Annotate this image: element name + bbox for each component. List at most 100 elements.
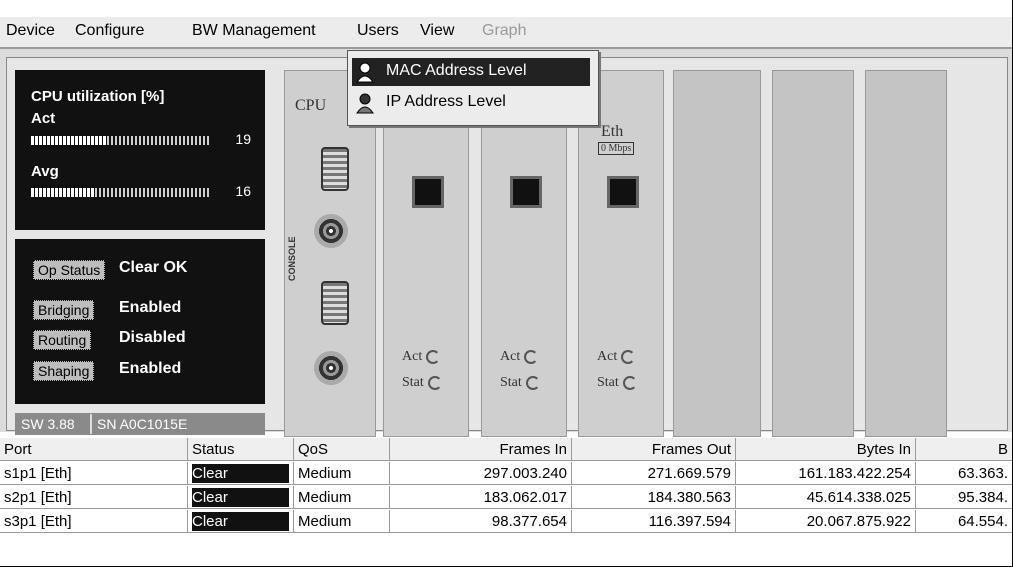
- port-cell: s2p1 [Eth]: [0, 486, 188, 509]
- menu-bw-management[interactable]: BW Management: [192, 22, 316, 40]
- port-cell: s1p1 [Eth]: [0, 462, 188, 485]
- status-badge: Clear: [192, 512, 289, 531]
- op-status-label: Op Status: [33, 260, 106, 280]
- ethernet-port-icon: [412, 176, 444, 208]
- bridging-label: Bridging: [33, 300, 95, 320]
- user-icon: [356, 62, 374, 83]
- users-dropdown-menu: MAC Address Level IP Address Level: [347, 50, 599, 126]
- stat-led-label: Stat: [500, 375, 522, 390]
- column-header-frames-out[interactable]: Frames Out: [572, 438, 736, 461]
- bridging-value: Enabled: [119, 299, 182, 316]
- table-row[interactable]: s3p1 [Eth] Clear Medium 98.377.654 116.3…: [0, 510, 1012, 534]
- status-cell: Clear: [188, 486, 294, 509]
- menu-item-label: IP Address Level: [386, 93, 506, 110]
- din-port-icon: [314, 351, 348, 385]
- status-cell: Clear: [188, 510, 294, 533]
- eth-speed-label: 0 Mbps: [598, 142, 635, 155]
- avg-label: Avg: [31, 163, 59, 180]
- user-icon: [356, 93, 374, 114]
- stat-led-label: Stat: [597, 375, 619, 390]
- status-badge: Clear: [192, 488, 289, 507]
- act-led-label: Act: [402, 349, 423, 364]
- status-badge: Clear: [192, 464, 289, 483]
- empty-slot: [772, 70, 854, 437]
- act-led: Act: [500, 349, 539, 365]
- avg-value: 16: [235, 183, 251, 199]
- sw-version: SW 3.88: [21, 416, 75, 432]
- ethernet-port-icon: [607, 176, 639, 208]
- cpu-utilization-panel: CPU utilization [%] Act 19 Avg 16: [15, 70, 265, 230]
- serial-port-icon: [321, 281, 349, 325]
- led-icon: [426, 349, 441, 364]
- bytes-in-cell: 20.067.875.922: [736, 510, 916, 533]
- menu-bar: Device Configure BW Management Users Vie…: [0, 17, 1012, 49]
- cpu-slot-label: CPU: [295, 97, 327, 114]
- application-window: Device Configure BW Management Users Vie…: [0, 0, 1013, 567]
- led-icon: [622, 375, 637, 390]
- stat-led: Stat: [597, 375, 637, 391]
- stat-led: Stat: [500, 375, 540, 391]
- table-row[interactable]: s1p1 [Eth] Clear Medium 297.003.240 271.…: [0, 462, 1012, 486]
- frames-in-cell: 183.062.017: [390, 486, 572, 509]
- menu-graph[interactable]: Graph: [482, 22, 526, 40]
- led-icon: [524, 349, 539, 364]
- led-icon: [427, 375, 442, 390]
- console-label: CONSOLE: [287, 236, 297, 281]
- table-row[interactable]: s2p1 [Eth] Clear Medium 183.062.017 184.…: [0, 486, 1012, 510]
- ethernet-port-icon: [510, 176, 542, 208]
- column-header-qos[interactable]: QoS: [294, 438, 390, 461]
- shaping-label: Shaping: [33, 361, 95, 381]
- stat-led: Stat: [402, 375, 442, 391]
- menu-users[interactable]: Users: [357, 22, 399, 40]
- column-header-bytes-in[interactable]: Bytes In: [736, 438, 916, 461]
- divider: [90, 414, 92, 434]
- menu-item-ip-address-level[interactable]: IP Address Level: [352, 89, 590, 117]
- routing-value: Disabled: [119, 329, 186, 346]
- routing-label: Routing: [33, 330, 92, 350]
- act-value: 19: [235, 131, 251, 147]
- bytes-in-cell: 45.614.338.025: [736, 486, 916, 509]
- column-header-status[interactable]: Status: [188, 438, 294, 461]
- qos-cell: Medium: [294, 486, 390, 509]
- bytes-out-cell: 95.384.: [916, 486, 1012, 509]
- menu-device[interactable]: Device: [6, 22, 55, 40]
- status-panel: Op Status Clear OK Bridging Enabled Rout…: [15, 239, 265, 404]
- menu-item-label: MAC Address Level: [386, 62, 527, 79]
- empty-slot: [865, 70, 947, 437]
- act-utilization-bar: [31, 136, 211, 145]
- led-icon: [525, 375, 540, 390]
- act-led-label: Act: [500, 349, 521, 364]
- column-header-port[interactable]: Port: [0, 438, 188, 461]
- eth-slot-label: Eth: [601, 123, 624, 140]
- cpu-title: CPU utilization [%]: [31, 88, 165, 105]
- bytes-in-cell: 161.183.422.254: [736, 462, 916, 485]
- menu-view[interactable]: View: [420, 22, 454, 40]
- qos-cell: Medium: [294, 462, 390, 485]
- act-led: Act: [402, 349, 441, 365]
- column-header-frames-in[interactable]: Frames In: [390, 438, 572, 461]
- led-icon: [621, 349, 636, 364]
- column-header-bytes-out[interactable]: B: [916, 438, 1012, 461]
- menu-configure[interactable]: Configure: [75, 22, 144, 40]
- empty-slot: [673, 70, 761, 437]
- status-cell: Clear: [188, 462, 294, 485]
- din-port-icon: [314, 214, 348, 248]
- frames-out-cell: 184.380.563: [572, 486, 736, 509]
- stat-led-label: Stat: [402, 375, 424, 390]
- serial-port-icon: [321, 147, 349, 191]
- bytes-out-cell: 64.554.: [916, 510, 1012, 533]
- frames-out-cell: 271.669.579: [572, 462, 736, 485]
- op-status-value: Clear OK: [119, 259, 188, 276]
- frames-out-cell: 116.397.594: [572, 510, 736, 533]
- menu-item-mac-address-level[interactable]: MAC Address Level: [352, 58, 590, 86]
- act-led-label: Act: [597, 349, 618, 364]
- frames-in-cell: 98.377.654: [390, 510, 572, 533]
- shaping-value: Enabled: [119, 360, 182, 377]
- act-label: Act: [31, 110, 56, 127]
- avg-utilization-bar: [31, 188, 211, 197]
- qos-cell: Medium: [294, 510, 390, 533]
- act-led: Act: [597, 349, 636, 365]
- port-cell: s3p1 [Eth]: [0, 510, 188, 533]
- sw-sn-bar: SW 3.88 SN A0C1015E: [15, 413, 265, 435]
- table-header-row: Port Status QoS Frames In Frames Out Byt…: [0, 438, 1012, 462]
